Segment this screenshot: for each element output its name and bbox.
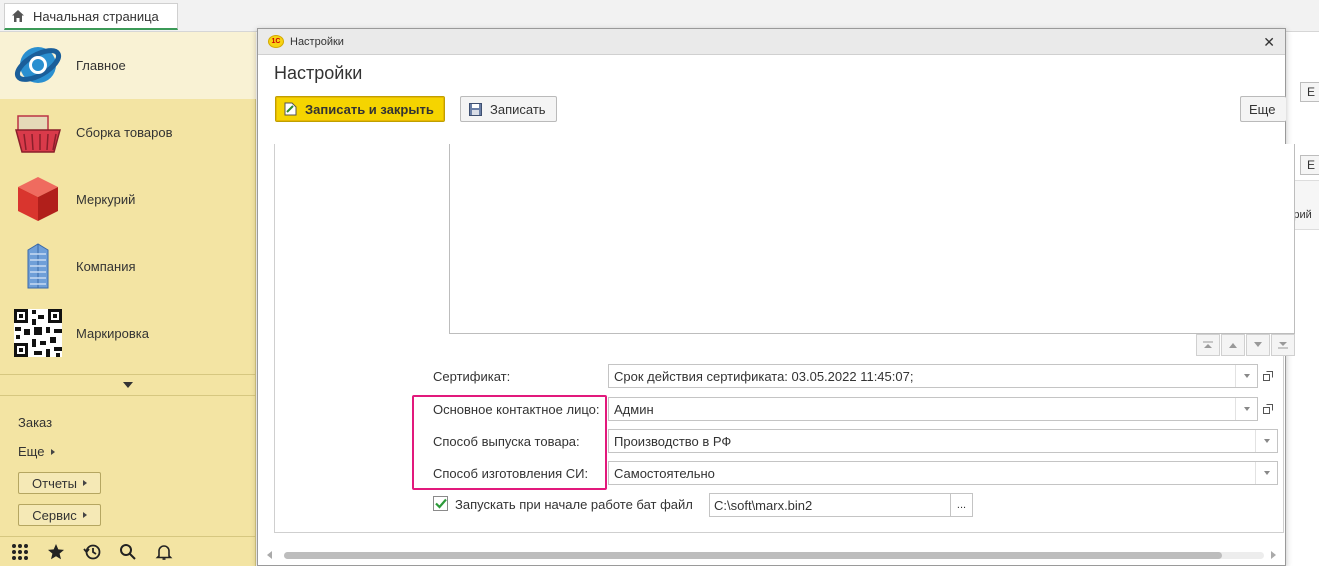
home-tab-label: Начальная страница xyxy=(33,8,159,24)
close-icon[interactable]: ✕ xyxy=(1263,34,1275,51)
sidebar-item-label: Компания xyxy=(76,259,136,274)
move-to-bottom-icon[interactable] xyxy=(1271,334,1295,356)
cube-icon xyxy=(18,177,58,221)
chevron-right-icon xyxy=(51,448,56,455)
building-icon xyxy=(27,243,49,289)
launch-bat-label[interactable]: Запускать при начале работе бат файл xyxy=(455,497,693,512)
sidebar: Главное Сборка товаров Меркурий Компания xyxy=(0,32,256,566)
sidebar-item-mercury[interactable]: Меркурий xyxy=(0,166,256,233)
text-list-area[interactable] xyxy=(449,144,1295,334)
chevron-down-icon[interactable] xyxy=(1255,462,1277,484)
dialog-title-bar[interactable]: 1С Настройки ✕ xyxy=(258,29,1285,55)
open-icon[interactable] xyxy=(1258,398,1278,420)
sidebar-item-label: Сборка товаров xyxy=(76,125,173,140)
move-down-icon[interactable] xyxy=(1246,334,1270,356)
background-button[interactable]: Е xyxy=(1300,82,1319,102)
release-method-value: Производство в РФ xyxy=(614,433,732,449)
chevron-right-icon xyxy=(82,512,87,518)
sidebar-link-order[interactable]: Заказ xyxy=(18,415,52,430)
sidebar-item-company[interactable]: Компания xyxy=(0,233,256,300)
background-button[interactable]: Е xyxy=(1300,155,1319,175)
apps-grid-icon[interactable] xyxy=(10,542,30,562)
home-icon xyxy=(12,10,24,22)
basket-icon xyxy=(15,115,61,153)
service-button-label: Сервис xyxy=(32,507,77,523)
certificate-label: Сертификат: xyxy=(433,369,511,384)
browse-button[interactable]: ... xyxy=(950,494,972,516)
release-method-select[interactable]: Производство в РФ xyxy=(608,429,1278,453)
save-and-close-button[interactable]: Записать и закрыть xyxy=(275,96,445,122)
sidebar-item-label: Главное xyxy=(76,58,126,73)
certificate-field[interactable]: Срок действия сертификата: 03.05.2022 11… xyxy=(608,364,1258,388)
chevron-down-icon[interactable] xyxy=(1255,430,1277,452)
floppy-disk-icon xyxy=(469,102,482,116)
star-icon[interactable] xyxy=(46,542,66,562)
highlight-annotation xyxy=(412,395,607,490)
dialog-window-title: Настройки xyxy=(290,35,344,48)
bell-icon[interactable] xyxy=(154,542,174,562)
bat-file-path-input[interactable]: C:\soft\marx.bin2 ... xyxy=(709,493,973,517)
sidebar-link-more-label: Еще xyxy=(18,444,45,459)
horizontal-scrollbar[interactable] xyxy=(266,549,1276,561)
more-button-label: Еще xyxy=(1249,101,1276,117)
sidebar-collapse-toggle[interactable] xyxy=(0,374,256,396)
settings-dialog: 1С Настройки ✕ Настройки Записать и закр… xyxy=(257,28,1295,566)
more-button[interactable]: Еще xyxy=(1240,96,1286,122)
sidebar-item-main[interactable]: Главное xyxy=(0,32,256,99)
sidebar-bottom-toolbar xyxy=(0,536,256,566)
reports-button-label: Отчеты xyxy=(32,475,77,491)
chevron-down-icon xyxy=(123,382,133,388)
chevron-down-icon[interactable] xyxy=(1235,398,1257,420)
reports-button[interactable]: Отчеты xyxy=(18,472,101,494)
certificate-value: Срок действия сертификата: 03.05.2022 11… xyxy=(614,368,914,384)
save-button[interactable]: Записать xyxy=(460,96,557,122)
sidebar-item-label: Меркурий xyxy=(76,192,136,207)
globe-icon xyxy=(14,47,62,83)
move-up-icon[interactable] xyxy=(1221,334,1245,356)
contact-person-value: Админ xyxy=(614,401,654,417)
sidebar-item-marking[interactable]: Маркировка xyxy=(0,300,256,367)
home-tab[interactable]: Начальная страница xyxy=(4,3,178,30)
chevron-right-icon xyxy=(82,480,87,486)
open-icon[interactable] xyxy=(1258,365,1278,387)
sidebar-link-more[interactable]: Еще xyxy=(18,444,56,459)
list-scroll-buttons xyxy=(1196,334,1296,358)
sidebar-item-assembly[interactable]: Сборка товаров xyxy=(0,99,256,166)
scroll-left-icon[interactable] xyxy=(266,551,274,559)
checkmark-icon xyxy=(434,498,447,509)
save-and-close-label: Записать и закрыть xyxy=(305,101,434,117)
bat-file-path-value: C:\soft\marx.bin2 xyxy=(714,497,813,513)
contact-person-field[interactable]: Админ xyxy=(608,397,1258,421)
manufacture-method-value: Самостоятельно xyxy=(614,465,715,481)
chevron-down-icon[interactable] xyxy=(1235,365,1257,387)
history-icon[interactable] xyxy=(82,542,102,562)
search-icon[interactable] xyxy=(118,542,138,562)
page-title: Настройки xyxy=(274,63,363,83)
scroll-right-icon[interactable] xyxy=(1269,551,1277,559)
scrollbar-thumb[interactable] xyxy=(284,552,1222,559)
1c-logo-icon: 1С xyxy=(268,35,284,48)
qr-code-icon xyxy=(14,309,62,357)
sidebar-item-label: Маркировка xyxy=(76,326,149,341)
service-button[interactable]: Сервис xyxy=(18,504,101,526)
save-button-label: Записать xyxy=(490,101,546,117)
launch-bat-checkbox[interactable] xyxy=(433,496,448,511)
document-edit-icon xyxy=(284,102,297,116)
manufacture-method-select[interactable]: Самостоятельно xyxy=(608,461,1278,485)
move-to-top-icon[interactable] xyxy=(1196,334,1220,356)
